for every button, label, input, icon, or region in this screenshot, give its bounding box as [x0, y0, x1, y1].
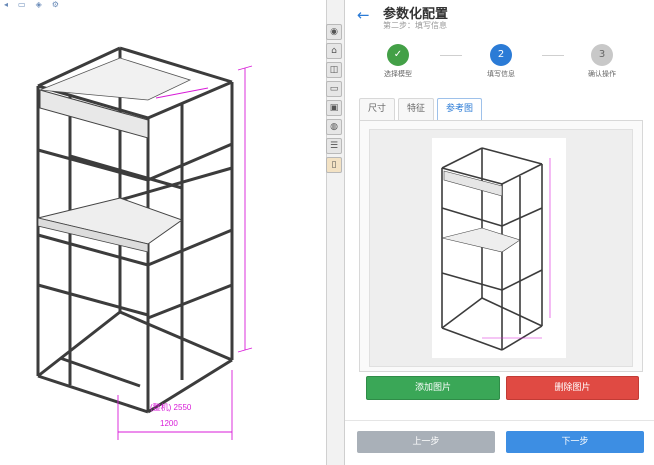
step-label: 确认操作: [588, 70, 616, 78]
tab-features[interactable]: 特征: [398, 98, 435, 120]
reference-image: [432, 138, 566, 358]
color-wheel-icon[interactable]: ◍: [326, 119, 342, 135]
tab-dimensions[interactable]: 尺寸: [359, 98, 396, 120]
previous-step-button[interactable]: 上一步: [357, 431, 495, 453]
property-icon[interactable]: ▯: [326, 157, 342, 173]
tab-bar: 尺寸 特征 参考图: [359, 98, 483, 120]
globe-icon[interactable]: ◉: [326, 24, 342, 40]
step-indicator: ✓ 选择模型 2 填写信息 3 确认操作: [345, 44, 654, 86]
step-2: 2 填写信息: [466, 44, 536, 79]
reference-image-frame: [369, 129, 633, 367]
delete-image-button[interactable]: 删除图片: [506, 376, 639, 400]
cabinet-model: (整机) 2550 1200: [36, 46, 253, 440]
check-icon: ✓: [387, 44, 409, 66]
parametric-config-panel: ← 参数化配置 第二步：填写信息 ✓ 选择模型 2 填写信息 3 确认操作 尺寸…: [345, 0, 654, 465]
list-icon[interactable]: ☰: [326, 138, 342, 154]
dim-label-width: 1200: [160, 419, 178, 428]
tab-reference-image[interactable]: 参考图: [437, 98, 483, 120]
step-connector: [542, 55, 564, 56]
folder-icon[interactable]: ▭: [326, 81, 342, 97]
image-icon[interactable]: ▣: [326, 100, 342, 116]
cube-icon[interactable]: ◫: [326, 62, 342, 78]
add-image-button[interactable]: 添加图片: [366, 376, 500, 400]
step-3: 3 确认操作: [567, 44, 637, 79]
task-pane-strip: ◉ ⌂ ◫ ▭ ▣ ◍ ☰ ▯: [326, 24, 342, 173]
step-number: 3: [591, 44, 613, 66]
footer-divider: [345, 420, 654, 421]
home-icon[interactable]: ⌂: [326, 43, 342, 59]
step-label: 选择模型: [384, 70, 412, 78]
step-connector: [440, 55, 462, 56]
dim-label-height: (整机) 2550: [150, 402, 192, 412]
step-1: ✓ 选择模型: [363, 44, 433, 79]
back-arrow-icon[interactable]: ←: [357, 6, 370, 24]
panel-subtitle: 第二步：填写信息: [383, 21, 447, 30]
reference-image-panel: [359, 120, 643, 372]
step-label: 填写信息: [487, 70, 515, 78]
cad-viewport[interactable]: ◂ ▭ ◈ ⚙ (整机) 2550 1200: [0, 0, 327, 465]
step-number: 2: [490, 44, 512, 66]
next-step-button[interactable]: 下一步: [506, 431, 644, 453]
cabinet-thumbnail: [441, 147, 551, 351]
